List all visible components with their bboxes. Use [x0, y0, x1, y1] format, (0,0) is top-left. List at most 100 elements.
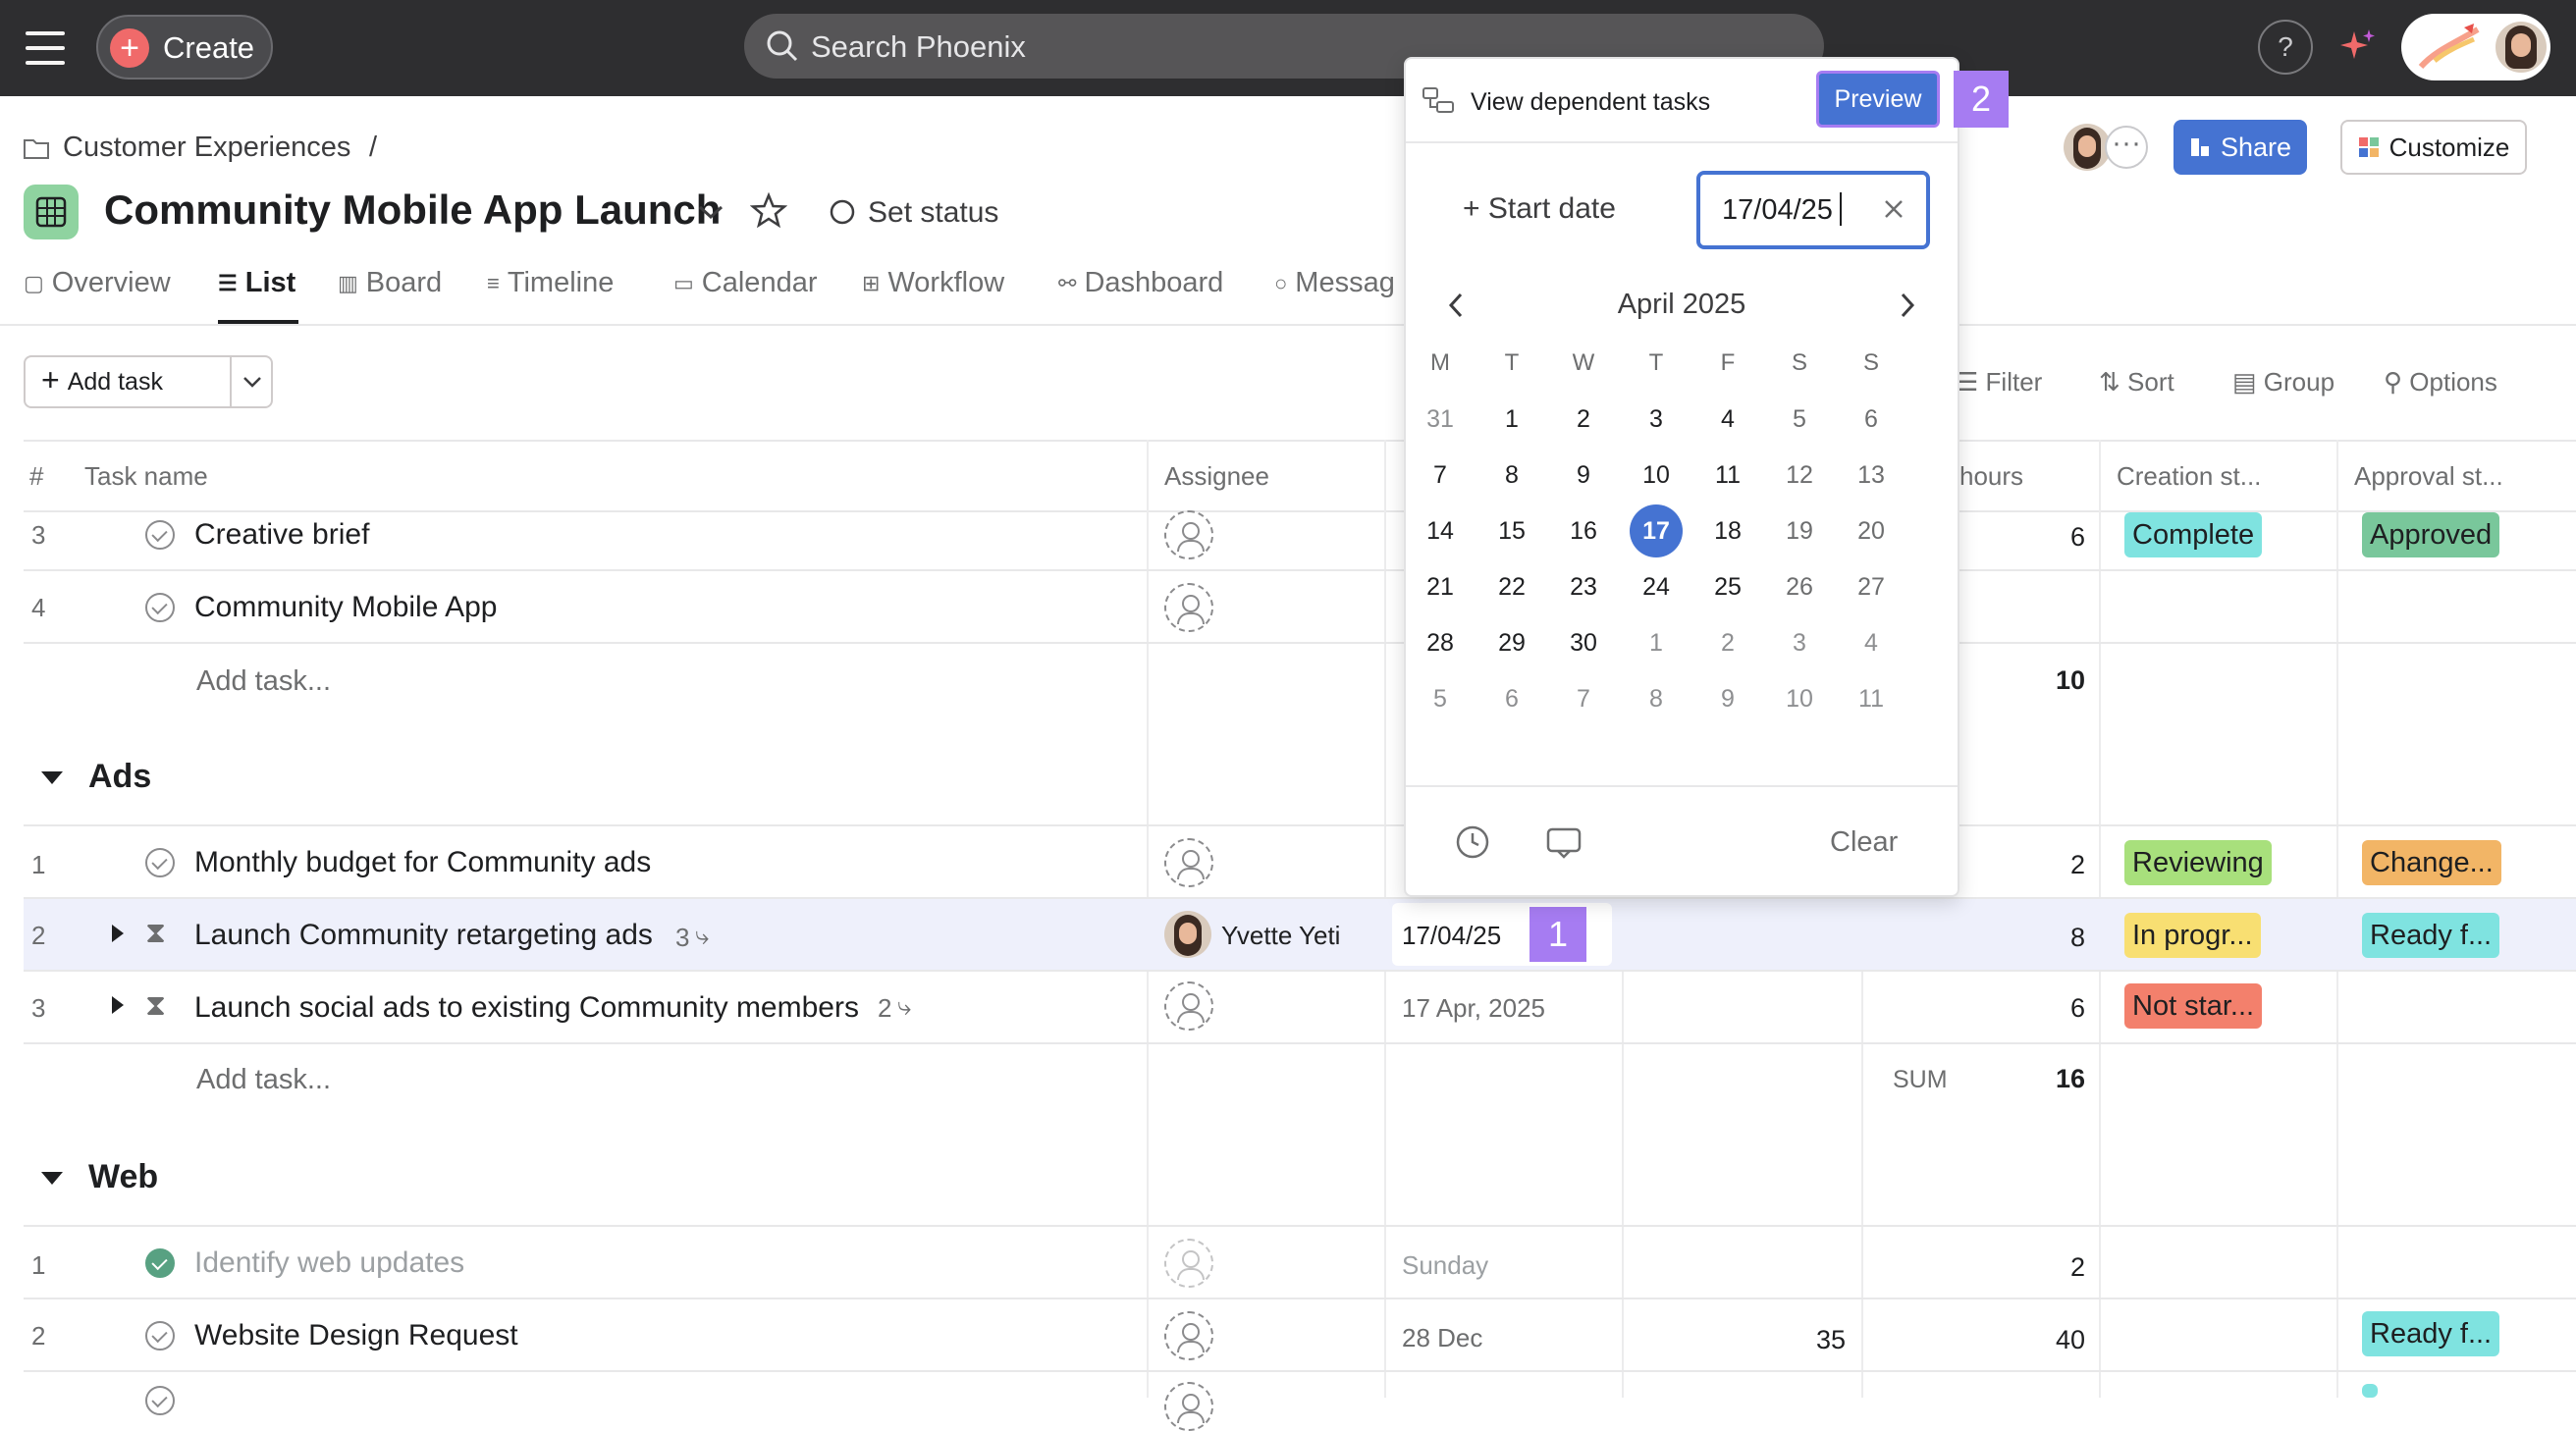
tab-messages[interactable]: ○ Messag	[1274, 267, 1395, 299]
project-icon[interactable]	[24, 185, 79, 239]
calendar-day[interactable]: 5	[1773, 393, 1826, 446]
task-name[interactable]: Monthly budget for Community ads	[194, 846, 651, 879]
help-button[interactable]: ?	[2258, 20, 2313, 75]
status-badge[interactable]: Ready f...	[2362, 913, 2500, 958]
add-task-button[interactable]: + Add task	[24, 355, 232, 408]
calendar-day[interactable]: 5	[1414, 672, 1467, 725]
recurrence-icon[interactable]	[1545, 824, 1583, 860]
hours-value[interactable]: 6	[1987, 522, 2085, 553]
calendar-day[interactable]: 27	[1845, 560, 1898, 613]
calendar-day[interactable]: 8	[1630, 672, 1683, 725]
column-header-assignee[interactable]: Assignee	[1164, 461, 1269, 492]
chevron-down-icon[interactable]	[697, 202, 724, 222]
tab-list[interactable]: ☰ List	[218, 267, 295, 299]
complete-check-icon[interactable]	[145, 520, 175, 550]
clear-date-icon[interactable]	[1881, 196, 1906, 222]
status-badge[interactable]: Change...	[2362, 840, 2501, 885]
tab-timeline[interactable]: ≡ Timeline	[487, 267, 614, 299]
calendar-day[interactable]: 15	[1485, 504, 1538, 557]
hours-value[interactable]: 2	[1987, 1252, 2085, 1283]
due-date-value[interactable]: 17/04/25	[1402, 921, 1501, 951]
ai-sparkle-icon[interactable]	[2338, 27, 2378, 67]
share-button[interactable]: Share	[2174, 120, 2307, 175]
calendar-day[interactable]: 1	[1630, 616, 1683, 669]
assignee-name[interactable]: Yvette Yeti	[1221, 921, 1340, 951]
section-title[interactable]: Web	[88, 1158, 158, 1196]
filter-button[interactable]: ☰ Filter	[1956, 367, 2042, 398]
calendar-day[interactable]: 19	[1773, 504, 1826, 557]
options-button[interactable]: ⚲ Options	[2384, 367, 2497, 398]
tab-workflow[interactable]: ⊞ Workflow	[862, 267, 1004, 299]
calendar-day[interactable]: 13	[1845, 449, 1898, 502]
more-members-icon[interactable]: ···	[2105, 126, 2148, 169]
calendar-day[interactable]: 7	[1557, 672, 1610, 725]
calendar-day[interactable]: 21	[1414, 560, 1467, 613]
status-badge[interactable]: Approved	[2362, 512, 2500, 557]
calendar-day[interactable]: 4	[1701, 393, 1754, 446]
subtask-count[interactable]: 3	[675, 923, 689, 953]
calendar-day[interactable]: 31	[1414, 393, 1467, 446]
hourglass-icon[interactable]: ⧗	[145, 991, 171, 1021]
calendar-day[interactable]: 14	[1414, 504, 1467, 557]
sort-button[interactable]: ⇅ Sort	[2099, 367, 2174, 398]
chevron-right-icon[interactable]	[1897, 291, 1918, 320]
status-badge[interactable]: In progr...	[2124, 913, 2261, 958]
add-task-dropdown[interactable]	[230, 355, 273, 408]
status-badge[interactable]: Not star...	[2124, 983, 2263, 1029]
unassigned-avatar-icon[interactable]	[1164, 1239, 1213, 1288]
member-avatar[interactable]	[2064, 124, 2111, 171]
tab-dashboard[interactable]: ⚯ Dashboard	[1058, 267, 1223, 299]
column-header-hours[interactable]: hours	[1959, 461, 2023, 492]
calendar-day[interactable]: 11	[1701, 449, 1754, 502]
complete-check-icon[interactable]	[145, 593, 175, 622]
estimate-value[interactable]: 35	[1747, 1325, 1846, 1355]
tab-calendar[interactable]: ▭ Calendar	[673, 267, 817, 299]
completed-check-icon[interactable]	[145, 1248, 175, 1278]
task-name[interactable]: Creative brief	[194, 518, 369, 552]
preview-button[interactable]: Preview	[1816, 71, 1940, 128]
star-icon[interactable]	[750, 192, 787, 230]
calendar-day[interactable]: 12	[1773, 449, 1826, 502]
unassigned-avatar-icon[interactable]	[1164, 1382, 1213, 1431]
calendar-day[interactable]: 29	[1485, 616, 1538, 669]
calendar-day[interactable]: 17	[1630, 504, 1683, 557]
due-date-input[interactable]: 17/04/25	[1696, 171, 1930, 249]
calendar-day[interactable]: 3	[1630, 393, 1683, 446]
calendar-day[interactable]: 3	[1773, 616, 1826, 669]
add-task-inline[interactable]: Add task...	[196, 665, 331, 698]
calendar-day[interactable]: 10	[1773, 672, 1826, 725]
task-name[interactable]: Launch social ads to existing Community …	[194, 991, 859, 1025]
column-header-approval-status[interactable]: Approval st...	[2354, 461, 2503, 492]
menu-icon[interactable]	[26, 31, 65, 65]
hours-value[interactable]: 40	[1987, 1325, 2085, 1355]
chevron-left-icon[interactable]	[1445, 291, 1467, 320]
complete-check-icon[interactable]	[145, 848, 175, 877]
calendar-day[interactable]: 20	[1845, 504, 1898, 557]
status-badge[interactable]: Reviewing	[2124, 840, 2272, 885]
unassigned-avatar-icon[interactable]	[1164, 838, 1213, 887]
calendar-day[interactable]: 2	[1557, 393, 1610, 446]
unassigned-avatar-icon[interactable]	[1164, 583, 1213, 632]
page-title[interactable]: Community Mobile App Launch	[104, 186, 721, 234]
calendar-day[interactable]: 9	[1701, 672, 1754, 725]
subtask-count[interactable]: 2	[878, 993, 891, 1024]
set-status-button[interactable]: Set status	[868, 196, 998, 230]
unassigned-avatar-icon[interactable]	[1164, 981, 1213, 1031]
due-date-value[interactable]: Sunday	[1402, 1250, 1488, 1281]
tab-overview[interactable]: ▢ Overview	[24, 267, 171, 299]
status-badge[interactable]: Complete	[2124, 512, 2263, 557]
status-badge[interactable]: Ready f...	[2362, 1311, 2500, 1356]
task-name[interactable]: Launch Community retargeting ads	[194, 919, 653, 952]
calendar-day[interactable]: 7	[1414, 449, 1467, 502]
task-name[interactable]: Identify web updates	[194, 1246, 464, 1280]
calendar-day[interactable]: 10	[1630, 449, 1683, 502]
collapse-caret-icon[interactable]	[41, 771, 63, 784]
calendar-day[interactable]: 23	[1557, 560, 1610, 613]
avatar[interactable]	[1164, 911, 1211, 958]
breadcrumb[interactable]: Customer Experiences	[63, 132, 350, 164]
unassigned-avatar-icon[interactable]	[1164, 510, 1213, 559]
view-dependent-tasks-link[interactable]: View dependent tasks	[1471, 88, 1710, 117]
calendar-day[interactable]: 8	[1485, 449, 1538, 502]
hours-value[interactable]: 6	[1987, 993, 2085, 1024]
calendar-day[interactable]: 26	[1773, 560, 1826, 613]
